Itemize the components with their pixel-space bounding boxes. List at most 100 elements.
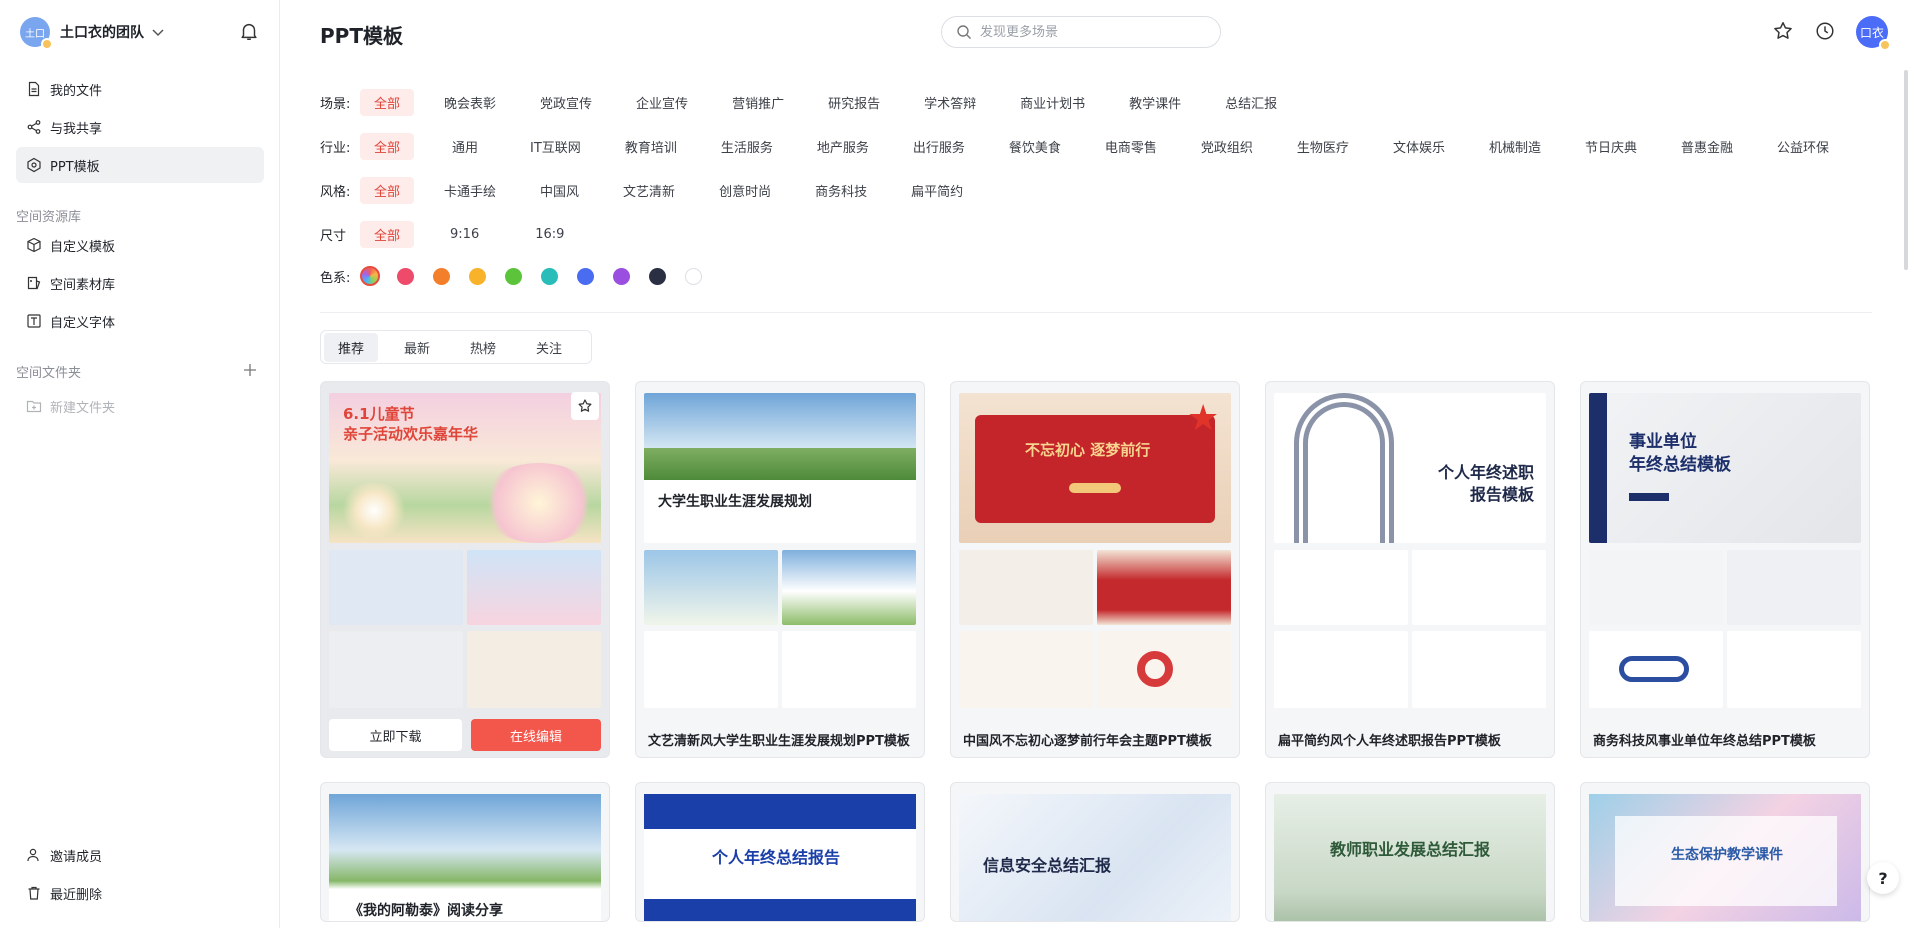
- nav-item-shared[interactable]: 与我共享: [16, 109, 264, 145]
- template-preview: 教师职业发展总结汇报: [1274, 794, 1546, 921]
- nav-item-recent-deleted[interactable]: 最近删除: [16, 875, 264, 911]
- tab-hot[interactable]: 热榜: [456, 333, 510, 362]
- scene-chip[interactable]: 晚会表彰: [430, 89, 510, 116]
- industry-chip[interactable]: 公益环保: [1763, 133, 1843, 160]
- nav-item-ppt-templates[interactable]: PPT模板: [16, 147, 264, 183]
- scene-chip[interactable]: 教学课件: [1115, 89, 1195, 116]
- industry-chip[interactable]: 文体娱乐: [1379, 133, 1459, 160]
- search-icon: [957, 25, 971, 39]
- scrollbar[interactable]: [1904, 70, 1908, 270]
- image-library-icon: [27, 276, 41, 290]
- industry-chip[interactable]: 通用: [430, 133, 500, 160]
- template-preview: 信息安全总结汇报: [959, 794, 1231, 921]
- color-swatch-white[interactable]: [685, 267, 702, 285]
- hero-button-shape: [1629, 493, 1669, 501]
- industry-chip[interactable]: IT互联网: [516, 133, 595, 160]
- nav-item-custom-templates[interactable]: 自定义模板: [16, 227, 264, 263]
- add-folder-icon[interactable]: [242, 362, 258, 378]
- industry-chip[interactable]: 机械制造: [1475, 133, 1555, 160]
- template-card[interactable]: 个人年终总结报告: [635, 782, 925, 922]
- color-swatch-red[interactable]: [397, 267, 414, 285]
- font-icon: [27, 314, 41, 328]
- template-card[interactable]: 6.1儿童节 亲子活动欢乐嘉年华 立即下载 在线编辑: [320, 381, 610, 758]
- template-card[interactable]: 教师职业发展总结汇报: [1265, 782, 1555, 922]
- team-switcher[interactable]: 土口 土口衣的团队: [20, 16, 166, 50]
- slide-thumb: [782, 631, 916, 708]
- industry-chip[interactable]: 普惠金融: [1667, 133, 1747, 160]
- red-panel: [975, 415, 1215, 523]
- color-swatch-purple[interactable]: [613, 267, 630, 285]
- template-preview: 《我的阿勒泰》阅读分享: [329, 794, 601, 921]
- nav-item-invite[interactable]: 邀请成员: [16, 837, 264, 873]
- tab-recommended[interactable]: 推荐: [324, 332, 379, 362]
- industry-chip[interactable]: 党政组织: [1187, 133, 1267, 160]
- color-swatch-green[interactable]: [505, 267, 522, 285]
- favorite-button[interactable]: [571, 392, 599, 420]
- nav-item-new-folder[interactable]: 新建文件夹: [16, 388, 264, 424]
- template-card[interactable]: 事业单位 年终总结模板 商务科技风事业单位年终总结PPT模板: [1580, 381, 1870, 758]
- industry-chip[interactable]: 地产服务: [803, 133, 883, 160]
- search-box[interactable]: [941, 16, 1221, 48]
- template-card[interactable]: 个人年终述职 报告模板 扁平简约风个人年终述职报告PPT模板: [1265, 381, 1555, 758]
- nav-item-my-files[interactable]: 我的文件: [16, 71, 264, 107]
- template-card[interactable]: 大学生职业生涯发展规划 文艺清新风大学生职业生涯发展规划PPT模板: [635, 381, 925, 758]
- hero-subtitle: 年终总结模板: [1629, 455, 1731, 475]
- color-swatch-orange[interactable]: [433, 267, 450, 285]
- color-swatch-yellow[interactable]: [469, 267, 486, 285]
- slide-thumb: [1727, 631, 1861, 708]
- industry-chip[interactable]: 教育培训: [611, 133, 691, 160]
- nav-item-materials[interactable]: 空间素材库: [16, 265, 264, 301]
- scene-chip[interactable]: 研究报告: [814, 89, 894, 116]
- sidebar: 土口 土口衣的团队 我的文件 与我共享 PPT模板 空间资源库 自定义模板 空间…: [0, 0, 280, 928]
- template-card[interactable]: ★ 不忘初心 逐梦前行 中国风不忘初心逐梦前行年会主题PPT模板: [950, 381, 1240, 758]
- filter-scene: 场景: 全部 晚会表彰 党政宣传 企业宣传 营销推广 研究报告 学术答辩 商业计…: [320, 88, 1307, 116]
- industry-chip[interactable]: 全部: [360, 132, 415, 160]
- template-card[interactable]: 《我的阿勒泰》阅读分享: [320, 782, 610, 922]
- tab-latest[interactable]: 最新: [390, 333, 444, 362]
- edit-online-button[interactable]: 在线编辑: [471, 719, 601, 751]
- size-chip[interactable]: 全部: [360, 220, 415, 248]
- industry-chip[interactable]: 电商零售: [1091, 133, 1171, 160]
- industry-chip[interactable]: 出行服务: [899, 133, 979, 160]
- size-chip[interactable]: 16:9: [515, 223, 584, 246]
- style-chip[interactable]: 创意时尚: [705, 177, 785, 204]
- slide-thumb: [1412, 631, 1546, 708]
- template-card[interactable]: 生态保护教学课件: [1580, 782, 1870, 922]
- scene-chip[interactable]: 企业宣传: [622, 89, 702, 116]
- style-chip[interactable]: 扁平简约: [897, 177, 977, 204]
- help-button[interactable]: ?: [1867, 862, 1899, 894]
- bell-icon[interactable]: [238, 20, 260, 42]
- download-button[interactable]: 立即下载: [329, 719, 462, 751]
- nav-item-custom-fonts[interactable]: 自定义字体: [16, 303, 264, 339]
- style-chip[interactable]: 商务科技: [801, 177, 881, 204]
- size-chip[interactable]: 9:16: [430, 223, 499, 246]
- industry-chip[interactable]: 餐饮美食: [995, 133, 1075, 160]
- template-card[interactable]: 信息安全总结汇报: [950, 782, 1240, 922]
- slide-thumb: [1412, 550, 1546, 625]
- style-chip[interactable]: 中国风: [526, 177, 593, 204]
- scene-chip[interactable]: 总结汇报: [1211, 89, 1291, 116]
- industry-chip[interactable]: 生活服务: [707, 133, 787, 160]
- scene-chip[interactable]: 全部: [360, 88, 415, 116]
- hero-button-shape: [1069, 483, 1121, 493]
- scene-chip[interactable]: 学术答辩: [910, 89, 990, 116]
- history-icon[interactable]: [1814, 20, 1836, 42]
- star-icon[interactable]: [1772, 20, 1794, 42]
- style-chip[interactable]: 文艺清新: [609, 177, 689, 204]
- color-swatch-blue[interactable]: [577, 267, 594, 285]
- style-chip[interactable]: 全部: [360, 176, 415, 204]
- industry-chip[interactable]: 生物医疗: [1283, 133, 1363, 160]
- tab-following[interactable]: 关注: [522, 333, 576, 362]
- infinity-shape: [1619, 656, 1689, 682]
- scene-chip[interactable]: 营销推广: [718, 89, 798, 116]
- scene-chip[interactable]: 商业计划书: [1006, 89, 1099, 116]
- slide-thumb: [959, 550, 1093, 625]
- color-swatch-teal[interactable]: [541, 267, 558, 285]
- color-swatch-black[interactable]: [649, 267, 666, 285]
- user-avatar[interactable]: 口衣: [1856, 16, 1891, 51]
- scene-chip[interactable]: 党政宣传: [526, 89, 606, 116]
- color-all-swatch[interactable]: [360, 266, 380, 286]
- style-chip[interactable]: 卡通手绘: [430, 177, 510, 204]
- industry-chip[interactable]: 节日庆典: [1571, 133, 1651, 160]
- search-input[interactable]: [980, 24, 1200, 40]
